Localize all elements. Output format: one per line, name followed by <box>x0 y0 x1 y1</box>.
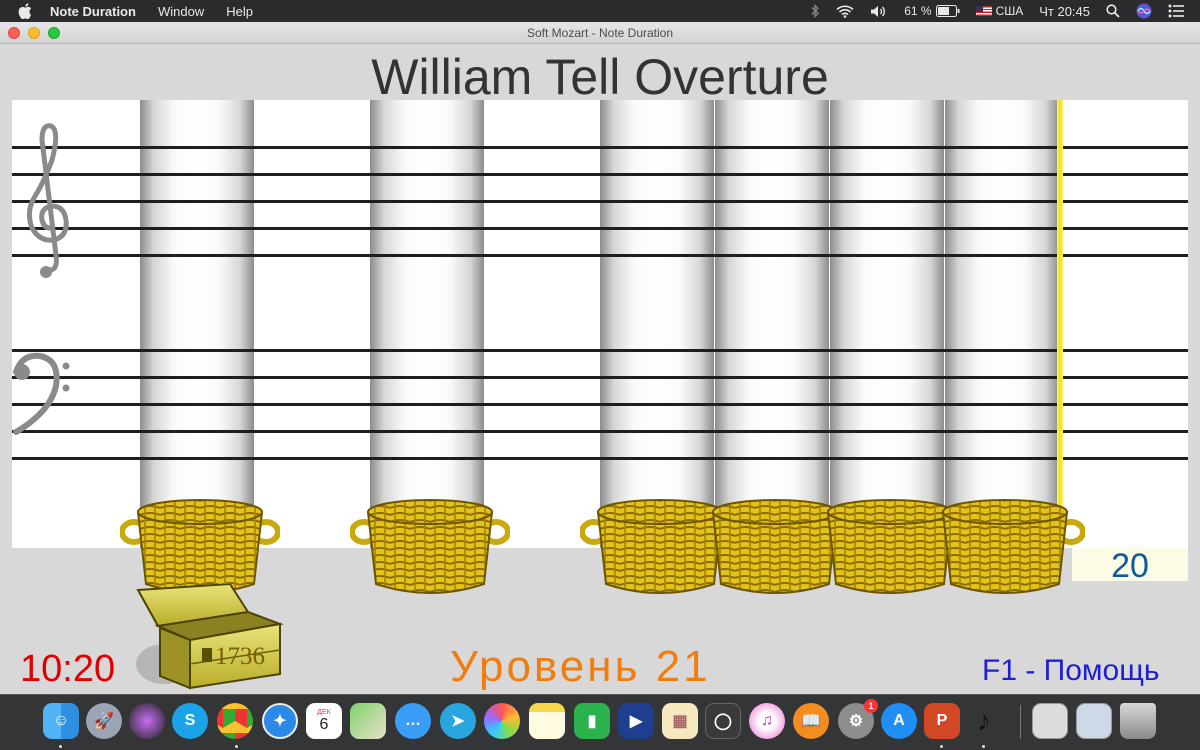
song-title: William Tell Overture <box>371 49 829 105</box>
game-area: William Tell Overture 20 1736 10:20 Уров… <box>0 44 1200 694</box>
volume-icon[interactable] <box>870 5 888 18</box>
apple-icon[interactable] <box>18 3 32 19</box>
powerpoint-icon[interactable]: P <box>924 703 960 739</box>
running-indicator <box>940 745 943 748</box>
game-timer: 10:20 <box>20 648 116 690</box>
skype-icon[interactable]: S <box>172 703 208 739</box>
dock: ☺ 🚀 S ✦ ДЕК 6 … ➤ ▮ ▶ ▦ ◯ ♫ 📖 ⚙ 1 A P ♪ <box>0 694 1200 750</box>
level-label: Уровень 21 <box>450 642 711 691</box>
music-staff[interactable] <box>12 100 1188 548</box>
messages-icon[interactable]: … <box>395 703 431 739</box>
system-preferences-icon[interactable]: ⚙ 1 <box>838 699 878 739</box>
input-source-label: США <box>995 4 1024 18</box>
help-hint[interactable]: F1 - Помощь <box>982 654 1160 688</box>
ibooks-icon[interactable]: 📖 <box>793 703 829 739</box>
keynote-icon[interactable]: ▶ <box>618 703 654 739</box>
treble-staff-line <box>12 173 1188 176</box>
treasure-chest-icon <box>136 584 284 690</box>
menu-help[interactable]: Help <box>226 4 253 19</box>
wifi-icon[interactable] <box>836 5 854 18</box>
telegram-icon[interactable]: ➤ <box>440 703 476 739</box>
siri-icon[interactable] <box>1136 3 1152 19</box>
preview-icon[interactable]: ▦ <box>662 703 698 739</box>
note-column <box>140 100 254 548</box>
bass-staff-line <box>12 430 1188 433</box>
launchpad-icon[interactable]: 🚀 <box>86 703 122 739</box>
treble-clef-icon <box>26 123 69 278</box>
menu-app-name[interactable]: Note Duration <box>50 4 136 19</box>
notes-counter: 20 <box>1072 548 1188 584</box>
note-column <box>370 100 484 548</box>
bass-staff-line <box>12 457 1188 460</box>
notification-center-icon[interactable] <box>1168 4 1184 18</box>
running-indicator <box>235 745 238 748</box>
siri-icon[interactable] <box>129 703 165 739</box>
battery-status[interactable]: 61 % <box>904 4 960 18</box>
calendar-day: 6 <box>319 715 329 733</box>
calendar-month: ДЕК <box>317 708 331 716</box>
window-title: Soft Mozart - Note Duration <box>526 25 674 40</box>
recent-document-icon[interactable] <box>1032 703 1068 739</box>
zoom-window-button[interactable] <box>48 27 60 39</box>
itunes-icon[interactable]: ♫ <box>749 703 785 739</box>
treble-staff-line <box>12 227 1188 230</box>
updates-badge: 1 <box>864 699 878 713</box>
app-store-icon[interactable]: A <box>881 703 917 739</box>
trash-icon[interactable] <box>1120 703 1156 739</box>
photos-icon[interactable] <box>484 703 520 739</box>
safari-icon[interactable]: ✦ <box>262 703 298 739</box>
maps-icon[interactable] <box>350 703 386 739</box>
close-window-button[interactable] <box>8 27 20 39</box>
app-circle-icon[interactable]: ◯ <box>705 703 741 739</box>
bass-clef-icon <box>13 352 70 435</box>
basket[interactable] <box>925 490 1085 602</box>
treble-staff-line <box>12 200 1188 203</box>
calendar-icon[interactable]: ДЕК 6 <box>306 703 342 739</box>
battery-percent: 61 % <box>904 4 932 18</box>
input-source-menu[interactable]: США <box>975 4 1024 18</box>
running-indicator <box>982 745 985 748</box>
note-column <box>945 100 1059 548</box>
menu-window[interactable]: Window <box>158 4 204 19</box>
chest-score: 1736 <box>215 643 265 670</box>
bass-staff-line <box>12 403 1188 406</box>
numbers-icon[interactable]: ▮ <box>574 703 610 739</box>
treble-staff-line <box>12 146 1188 149</box>
minimize-window-button[interactable] <box>28 27 40 39</box>
chrome-icon[interactable] <box>217 703 253 739</box>
basket[interactable] <box>350 490 510 602</box>
dock-separator <box>1020 705 1021 739</box>
finder-icon[interactable]: ☺ <box>43 703 79 739</box>
running-indicator <box>59 745 62 748</box>
recent-document-icon[interactable] <box>1076 703 1112 739</box>
soft-mozart-icon[interactable]: ♪ <box>966 703 1002 739</box>
battery-icon <box>935 5 960 17</box>
note-column <box>830 100 944 548</box>
bass-staff-line <box>12 349 1188 352</box>
bluetooth-icon[interactable] <box>810 4 820 18</box>
us-flag-icon <box>975 6 992 16</box>
note-column <box>600 100 714 548</box>
note-column <box>715 100 829 548</box>
spotlight-search-icon[interactable] <box>1106 4 1120 18</box>
bass-staff-line <box>12 376 1188 379</box>
menu-bar: Note Duration Window Help 61 % США Чт 20… <box>0 0 1200 22</box>
notes-icon[interactable] <box>529 703 565 739</box>
treble-staff-line <box>12 254 1188 257</box>
playback-cursor <box>1057 100 1063 548</box>
menubar-clock[interactable]: Чт 20:45 <box>1039 4 1090 19</box>
window-title-bar: Soft Mozart - Note Duration <box>0 22 1200 44</box>
